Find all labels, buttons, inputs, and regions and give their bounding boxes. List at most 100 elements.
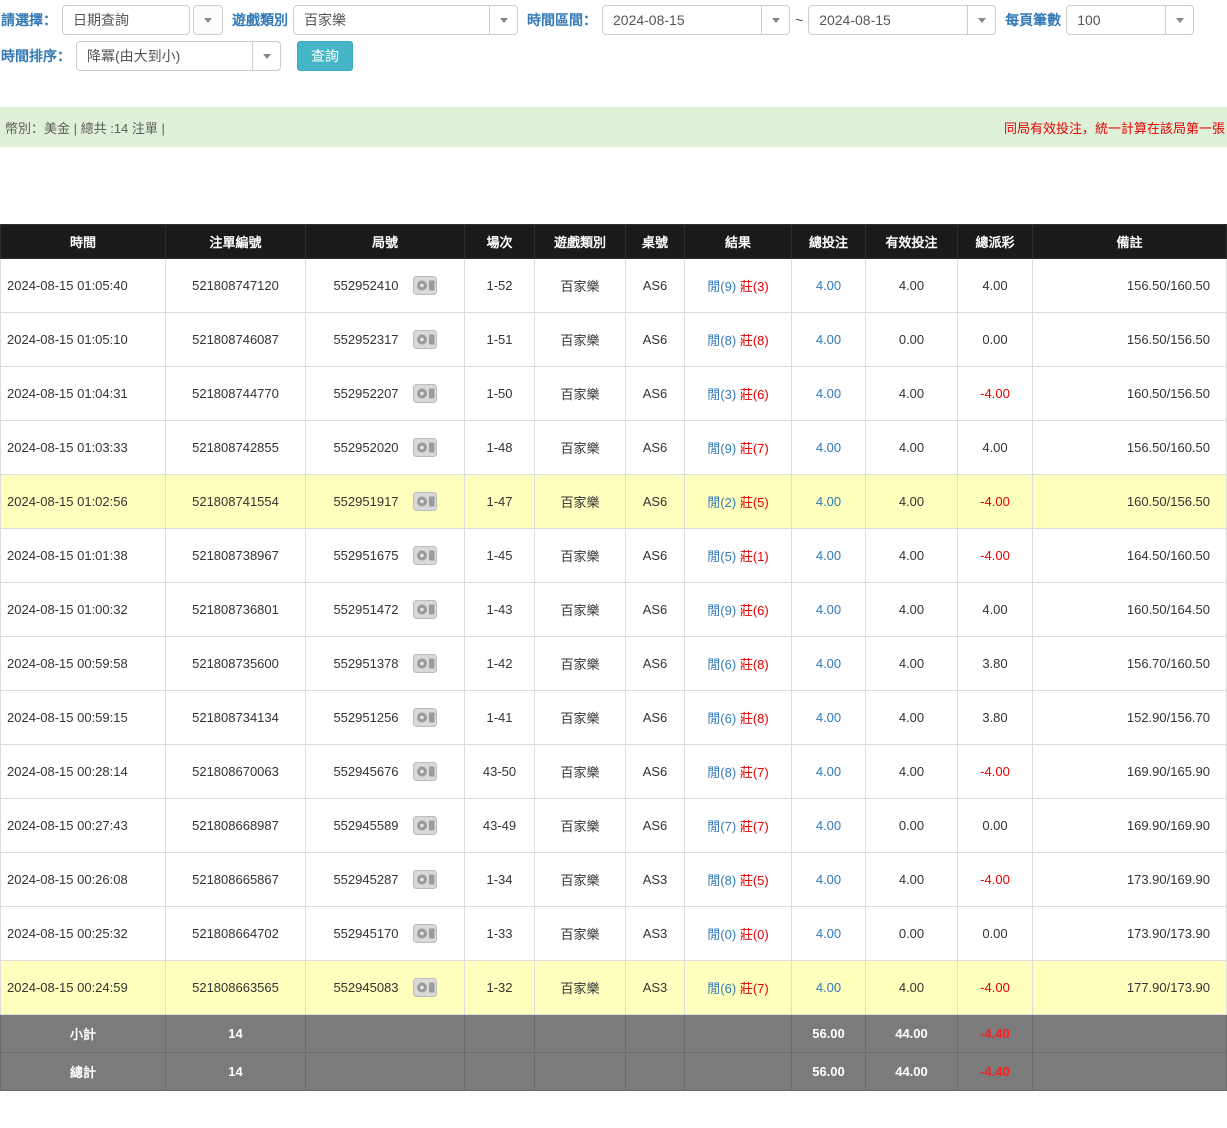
- summary-valid-bet: 44.00: [866, 1053, 958, 1091]
- video-replay-icon[interactable]: [413, 924, 437, 943]
- cell-note: 156.50/160.50: [1033, 421, 1227, 475]
- video-replay-icon[interactable]: [413, 708, 437, 727]
- cell-payout: 4.00: [958, 421, 1033, 475]
- video-replay-icon[interactable]: [413, 870, 437, 889]
- table-row[interactable]: 2024-08-15 01:05:10521808746087552952317…: [1, 313, 1227, 367]
- table-row[interactable]: 2024-08-15 00:24:59521808663565552945083…: [1, 961, 1227, 1015]
- chevron-down-icon[interactable]: [967, 6, 995, 34]
- chevron-down-icon[interactable]: [193, 5, 223, 35]
- player-result: 閒(0): [707, 927, 736, 942]
- page-size-select[interactable]: 100: [1066, 5, 1194, 35]
- cell-note: 169.90/169.90: [1033, 799, 1227, 853]
- table-row[interactable]: 2024-08-15 00:28:14521808670063552945676…: [1, 745, 1227, 799]
- cell-total-bet[interactable]: 4.00: [792, 259, 866, 313]
- cell-total-bet[interactable]: 4.00: [792, 745, 866, 799]
- table-row[interactable]: 2024-08-15 00:25:32521808664702552945170…: [1, 907, 1227, 961]
- cell-total-bet[interactable]: 4.00: [792, 637, 866, 691]
- table-row[interactable]: 2024-08-15 01:02:56521808741554552951917…: [1, 475, 1227, 529]
- date-from-select[interactable]: 2024-08-15: [602, 5, 790, 35]
- summary-bar: 幣別：美金 | 總共 :14 注單 | 同局有效投注，統一計算在該局第一張: [0, 107, 1227, 147]
- video-replay-icon[interactable]: [413, 438, 437, 457]
- table-row[interactable]: 2024-08-15 01:00:32521808736801552951472…: [1, 583, 1227, 637]
- chevron-down-icon[interactable]: [761, 6, 789, 34]
- column-header: 遊戲類別: [535, 225, 626, 259]
- valid-bet-notice-text: 同局有效投注，統一計算在該局第一張: [1004, 118, 1225, 137]
- video-replay-icon[interactable]: [413, 654, 437, 673]
- cell-total-bet[interactable]: 4.00: [792, 961, 866, 1015]
- query-type-value[interactable]: 日期查詢: [62, 5, 190, 35]
- cell-total-bet[interactable]: 4.00: [792, 799, 866, 853]
- filter-bar: 請選擇： 日期查詢 遊戲類別 百家樂 時間區間： 2024-08-15 ~ 20…: [0, 0, 1227, 74]
- cell-total-bet[interactable]: 4.00: [792, 907, 866, 961]
- cell-result: 閒(0) 莊(0): [685, 907, 792, 961]
- player-result: 閒(6): [707, 657, 736, 672]
- table-header: 時間注單編號局號場次遊戲類別桌號結果總投注有效投注總派彩備註: [1, 225, 1227, 259]
- video-replay-icon[interactable]: [413, 816, 437, 835]
- video-replay-icon[interactable]: [413, 384, 437, 403]
- cell-total-bet[interactable]: 4.00: [792, 475, 866, 529]
- video-replay-icon[interactable]: [413, 600, 437, 619]
- cell-total-bet[interactable]: 4.00: [792, 853, 866, 907]
- video-replay-icon[interactable]: [413, 330, 437, 349]
- bet-records-table: 時間注單編號局號場次遊戲類別桌號結果總投注有效投注總派彩備註 2024-08-1…: [0, 224, 1227, 1091]
- video-replay-icon[interactable]: [413, 978, 437, 997]
- table-row[interactable]: 2024-08-15 01:04:31521808744770552952207…: [1, 367, 1227, 421]
- table-row[interactable]: 2024-08-15 00:59:58521808735600552951378…: [1, 637, 1227, 691]
- sort-select[interactable]: 降冪(由大到小): [76, 41, 281, 71]
- table-row[interactable]: 2024-08-15 00:27:43521808668987552945589…: [1, 799, 1227, 853]
- cell-note: 160.50/156.50: [1033, 475, 1227, 529]
- cell-session: 1-34: [465, 853, 535, 907]
- cell-game-type: 百家樂: [535, 799, 626, 853]
- sort-label: 時間排序：: [1, 46, 71, 66]
- cell-result: 閒(6) 莊(7): [685, 961, 792, 1015]
- table-row[interactable]: 2024-08-15 01:03:33521808742855552952020…: [1, 421, 1227, 475]
- date-to-select[interactable]: 2024-08-15: [808, 5, 996, 35]
- player-result: 閒(6): [707, 711, 736, 726]
- query-button[interactable]: 查詢: [297, 41, 353, 71]
- cell-total-bet[interactable]: 4.00: [792, 583, 866, 637]
- page-size-value[interactable]: 100: [1067, 6, 1165, 34]
- video-replay-icon[interactable]: [413, 762, 437, 781]
- cell-total-bet[interactable]: 4.00: [792, 529, 866, 583]
- cell-session: 1-51: [465, 313, 535, 367]
- cell-total-bet[interactable]: 4.00: [792, 421, 866, 475]
- chevron-down-icon[interactable]: [252, 42, 280, 70]
- video-replay-icon[interactable]: [413, 546, 437, 565]
- cell-total-bet[interactable]: 4.00: [792, 367, 866, 421]
- table-row[interactable]: 2024-08-15 01:01:38521808738967552951675…: [1, 529, 1227, 583]
- round-id-text: 552951675: [333, 548, 398, 563]
- cell-game-type: 百家樂: [535, 259, 626, 313]
- cell-valid-bet: 0.00: [866, 313, 958, 367]
- video-replay-icon[interactable]: [413, 492, 437, 511]
- cell-valid-bet: 4.00: [866, 583, 958, 637]
- table-row[interactable]: 2024-08-15 00:26:08521808665867552945287…: [1, 853, 1227, 907]
- player-result: 閒(7): [707, 819, 736, 834]
- cell-session: 1-42: [465, 637, 535, 691]
- round-id-text: 552945083: [333, 980, 398, 995]
- game-type-value[interactable]: 百家樂: [294, 6, 489, 34]
- column-header: 有效投注: [866, 225, 958, 259]
- video-replay-icon[interactable]: [413, 276, 437, 295]
- table-row[interactable]: 2024-08-15 01:05:40521808747120552952410…: [1, 259, 1227, 313]
- cell-total-bet[interactable]: 4.00: [792, 313, 866, 367]
- cell-round-id: 552952410: [306, 259, 465, 313]
- game-type-select[interactable]: 百家樂: [293, 5, 518, 35]
- player-result: 閒(8): [707, 333, 736, 348]
- sort-value[interactable]: 降冪(由大到小): [77, 42, 252, 70]
- date-to-value[interactable]: 2024-08-15: [809, 6, 967, 34]
- cell-total-bet[interactable]: 4.00: [792, 691, 866, 745]
- round-id-text: 552951917: [333, 494, 398, 509]
- date-from-value[interactable]: 2024-08-15: [603, 6, 761, 34]
- chevron-down-icon[interactable]: [1165, 6, 1193, 34]
- query-type-select[interactable]: 日期查詢: [62, 5, 223, 35]
- table-row[interactable]: 2024-08-15 00:59:15521808734134552951256…: [1, 691, 1227, 745]
- cell-game-type: 百家樂: [535, 961, 626, 1015]
- player-result: 閒(2): [707, 495, 736, 510]
- chevron-down-icon[interactable]: [489, 6, 517, 34]
- cell-session: 1-48: [465, 421, 535, 475]
- banker-result: 莊(7): [740, 819, 769, 834]
- player-result: 閒(9): [707, 441, 736, 456]
- cell-bet-id: 521808742855: [166, 421, 306, 475]
- cell-game-type: 百家樂: [535, 853, 626, 907]
- cell-bet-id: 521808670063: [166, 745, 306, 799]
